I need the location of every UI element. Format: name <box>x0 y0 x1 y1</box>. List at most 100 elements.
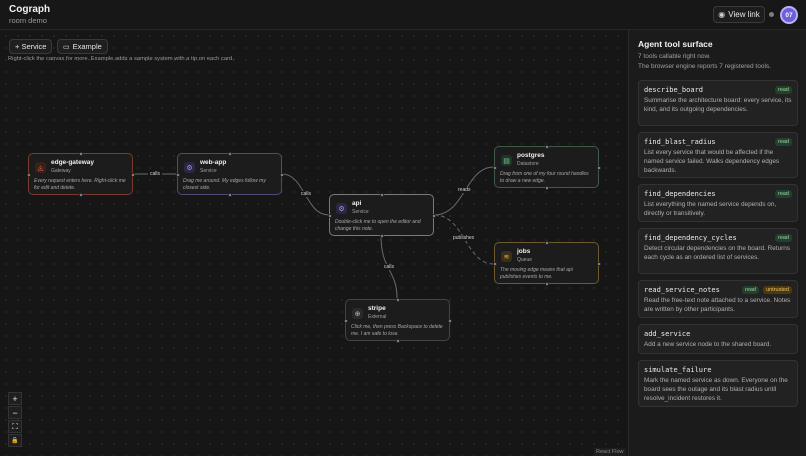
read-badge: read <box>774 138 792 146</box>
node-name: api <box>352 200 362 207</box>
node-note: Drag from one of my four round handles t… <box>500 171 589 185</box>
edge-label-calls: calls <box>299 191 314 197</box>
tool-description: Mark the named service as down. Everyone… <box>644 377 788 402</box>
handle-bottom[interactable] <box>396 338 400 343</box>
tool-card-find-dependencies[interactable]: find_dependencies read List everything t… <box>638 184 798 222</box>
node-jobs[interactable]: ≋ jobs Queue The moving edge means that … <box>492 240 601 286</box>
tool-count: 7 tools callable right now. <box>638 53 711 60</box>
handle-right[interactable] <box>130 173 135 177</box>
tool-name: find_dependency_cycles <box>644 234 737 242</box>
node-note: Every request enters here. Right-click m… <box>34 178 126 192</box>
node-note: Click me, then press Backspace to delete… <box>351 324 443 338</box>
zoom-out-button[interactable]: − <box>8 406 22 419</box>
node-postgres[interactable]: ▤ postgres Datastore Drag from one of my… <box>492 144 601 190</box>
handle-left[interactable] <box>175 173 180 177</box>
edge-label-calls: calls <box>148 171 163 177</box>
view-link-button[interactable]: ◉ View link <box>713 6 765 23</box>
node-kind: Queue <box>517 257 533 263</box>
tool-name: simulate_failure <box>644 366 712 374</box>
handle-bottom[interactable] <box>79 192 83 197</box>
handle-right[interactable] <box>596 262 601 266</box>
node-note: Drag me around. My edges follow my close… <box>183 178 266 192</box>
handle-top[interactable] <box>396 297 400 302</box>
tool-name: find_dependencies <box>644 190 716 198</box>
node-kind: External <box>368 314 387 320</box>
tool-card-read-service-notes[interactable]: read_service_notes read untrusted Read t… <box>638 280 798 318</box>
tool-card-simulate-failure[interactable]: simulate_failure Mark the named service … <box>638 360 798 407</box>
edge-label-publishes: publishes <box>451 235 477 241</box>
handle-bottom[interactable] <box>380 233 384 238</box>
service-icon: ⚙ <box>336 203 347 214</box>
handle-top[interactable] <box>380 192 384 197</box>
handle-bottom[interactable] <box>545 281 549 286</box>
tool-description: List everything the named service depend… <box>644 201 777 217</box>
datastore-icon: ▤ <box>501 155 512 166</box>
gateway-icon: ◬ <box>35 162 46 173</box>
handle-top[interactable] <box>228 151 232 156</box>
tool-description: Read the free-text note attached to a se… <box>644 297 791 313</box>
engine-report: The browser engine reports 7 registered … <box>638 63 771 70</box>
node-web-app[interactable]: ⚙ web-app Service Drag me around. My edg… <box>175 151 284 197</box>
node-name: web-app <box>200 159 227 166</box>
react-flow-attribution[interactable]: React Flow <box>594 448 626 456</box>
handle-left[interactable] <box>26 173 31 177</box>
fit-view-button[interactable]: ⛶ <box>8 420 22 433</box>
eye-icon: ◉ <box>718 10 726 19</box>
handle-left[interactable] <box>343 319 348 323</box>
app-header: Cograph room demo ◉ View link 07 <box>0 0 806 30</box>
room-name: room demo <box>9 16 47 25</box>
avatar[interactable]: 07 <box>780 6 798 24</box>
handle-left[interactable] <box>492 166 497 170</box>
flow-canvas[interactable]: + Service ▭ Example Right-click the canv… <box>0 30 628 456</box>
queue-icon: ≋ <box>501 251 512 262</box>
tool-card-find-blast-radius[interactable]: find_blast_radius read List every servic… <box>638 132 798 178</box>
tool-description: List every service that would be affecte… <box>644 149 780 174</box>
zoom-in-button[interactable]: + <box>8 392 22 405</box>
edge-label-calls: calls <box>382 264 397 270</box>
app-title: Cograph <box>9 4 51 15</box>
read-badge: read <box>774 234 792 242</box>
handle-right[interactable] <box>596 166 601 170</box>
agent-tool-panel: Agent tool surface 7 tools callable righ… <box>628 30 806 456</box>
handle-left[interactable] <box>327 214 332 218</box>
service-icon: ⚙ <box>184 162 195 173</box>
node-name: stripe <box>368 305 386 312</box>
node-kind: Gateway <box>51 168 71 174</box>
tool-description: Detect circular dependencies on the boar… <box>644 245 791 261</box>
tool-description: Add a new service node to the shared boa… <box>644 341 772 348</box>
handle-top[interactable] <box>79 151 83 156</box>
tool-name: add_service <box>644 330 691 338</box>
node-name: edge-gateway <box>51 159 94 166</box>
read-badge: read <box>741 286 759 294</box>
handle-right[interactable] <box>447 319 452 323</box>
tool-card-describe-board[interactable]: describe_board read Summarise the archit… <box>638 80 798 126</box>
node-api[interactable]: ⚙ api Service Double-click me to open th… <box>327 192 436 238</box>
tool-name: describe_board <box>644 86 704 94</box>
node-kind: Service <box>200 168 217 174</box>
node-note: Double-click me to open the editor and c… <box>335 219 421 233</box>
tool-card-add-service[interactable]: add_service Add a new service node to th… <box>638 324 798 354</box>
node-note: The moving edge means that api publishes… <box>500 267 573 281</box>
handle-left[interactable] <box>492 262 497 266</box>
node-stripe[interactable]: ⊕ stripe External Click me, then press B… <box>343 297 452 343</box>
handle-right[interactable] <box>431 214 436 218</box>
node-name: postgres <box>517 152 545 159</box>
handle-top[interactable] <box>545 144 549 149</box>
handle-bottom[interactable] <box>228 192 232 197</box>
handle-right[interactable] <box>279 173 284 177</box>
tool-name: read_service_notes <box>644 286 720 294</box>
tool-card-find-dependency-cycles[interactable]: find_dependency_cycles read Detect circu… <box>638 228 798 274</box>
node-kind: Datastore <box>517 161 539 167</box>
node-edge-gateway[interactable]: ◬ edge-gateway Gateway Every request ent… <box>26 151 135 197</box>
globe-icon: ⊕ <box>352 308 363 319</box>
handle-bottom[interactable] <box>545 185 549 190</box>
tool-name: find_blast_radius <box>644 138 716 146</box>
untrusted-badge: untrusted <box>763 286 792 294</box>
read-badge: read <box>774 86 792 94</box>
handle-top[interactable] <box>545 240 549 245</box>
node-name: jobs <box>517 248 531 255</box>
lock-button[interactable]: 🔒 <box>8 434 22 447</box>
edge-label-reads: reads <box>456 187 473 193</box>
presence-dot <box>769 12 774 17</box>
read-badge: read <box>774 190 792 198</box>
